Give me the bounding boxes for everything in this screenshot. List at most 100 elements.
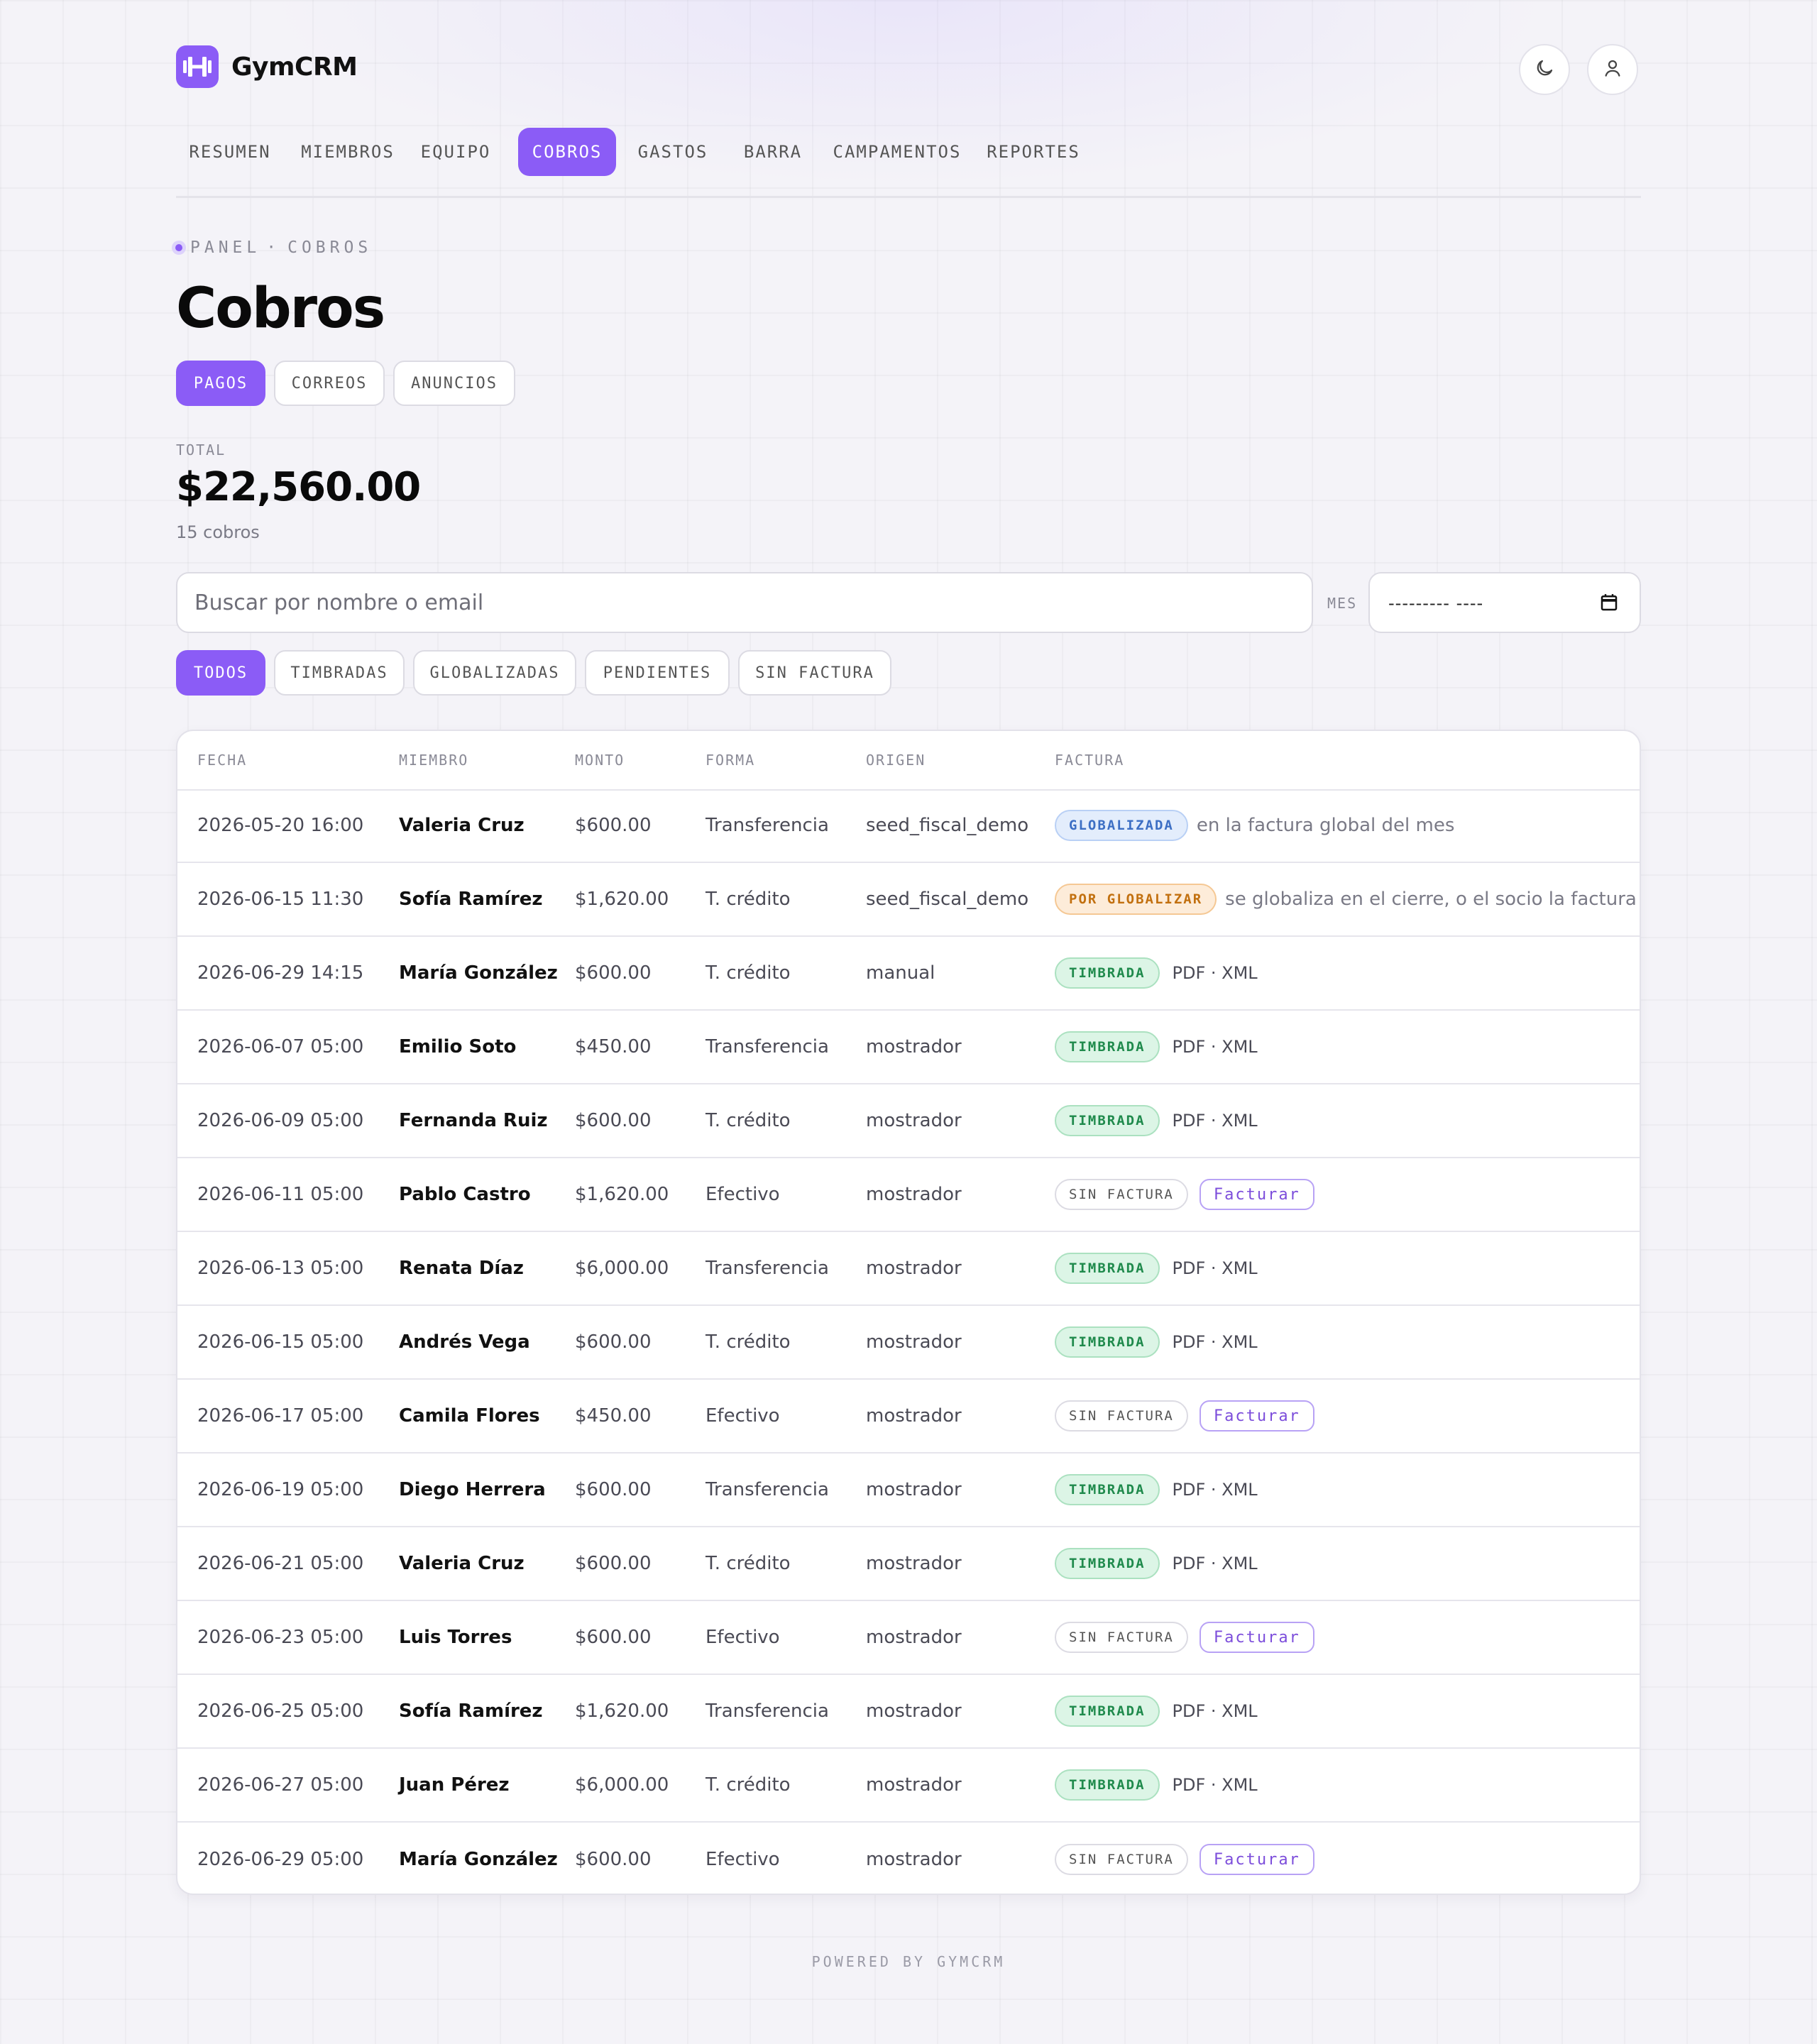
cell-forma: T. crédito	[706, 1774, 791, 1796]
facturar-button[interactable]: Facturar	[1199, 1622, 1314, 1653]
column-header-fecha[interactable]: FECHA	[197, 752, 247, 769]
breadcrumb-root[interactable]: PANEL	[190, 238, 260, 257]
cell-forma: T. crédito	[706, 962, 791, 984]
breadcrumb-dot-icon	[172, 241, 186, 255]
nav-resumen[interactable]: RESUMEN	[176, 128, 284, 176]
invoice-status-badge: SIN FACTURA	[1055, 1179, 1188, 1210]
facturar-button[interactable]: Facturar	[1199, 1844, 1314, 1875]
nav-campamentos[interactable]: CAMPAMENTOS	[822, 128, 972, 176]
table-row[interactable]: 2026-06-27 05:00 Juan Pérez $6,000.00 T. cr…	[177, 1749, 1640, 1823]
table-row[interactable]: 2026-06-29 14:15 María González $600.00 T. …	[177, 937, 1640, 1011]
filter-timbradas[interactable]: TIMBRADAS	[274, 650, 405, 696]
nav-barra[interactable]: BARRA	[732, 128, 813, 176]
invoice-downloads-link[interactable]: PDF · XML	[1173, 1554, 1258, 1573]
invoice-downloads-link[interactable]: PDF · XML	[1173, 1701, 1258, 1721]
invoice-downloads-link[interactable]: PDF · XML	[1173, 1775, 1258, 1795]
breadcrumb: PANEL · COBROS	[172, 238, 372, 257]
cell-fecha: 2026-06-13 05:00	[197, 1258, 364, 1279]
breadcrumb-current: COBROS	[287, 238, 373, 257]
filter-sin-factura[interactable]: SIN FACTURA	[738, 650, 891, 696]
facturar-button[interactable]: Facturar	[1199, 1179, 1314, 1210]
theme-toggle-button[interactable]	[1519, 44, 1570, 95]
cell-miembro[interactable]: Luis Torres	[399, 1601, 512, 1674]
subtab-correos[interactable]: CORREOS	[274, 361, 385, 406]
nav-equipo[interactable]: EQUIPO	[412, 128, 500, 176]
cell-monto: $450.00	[575, 1036, 652, 1057]
table-row[interactable]: 2026-06-15 11:30 Sofía Ramírez $1,620.00 T.…	[177, 863, 1640, 937]
facturar-button[interactable]: Facturar	[1199, 1400, 1314, 1432]
cell-miembro[interactable]: Pablo Castro	[399, 1158, 531, 1231]
month-picker[interactable]: --------- ----	[1368, 572, 1641, 633]
table-row[interactable]: 2026-06-09 05:00 Fernanda Ruiz $600.00 T. c…	[177, 1084, 1640, 1158]
column-header-miembro[interactable]: MIEMBRO	[399, 752, 468, 769]
subtab-pagos[interactable]: PAGOS	[176, 361, 265, 406]
cell-origen: mostrador	[866, 1627, 962, 1648]
cell-miembro[interactable]: Diego Herrera	[399, 1454, 546, 1526]
column-header-forma[interactable]: FORMA	[706, 752, 755, 769]
table-row[interactable]: 2026-06-15 05:00 Andrés Vega $600.00 T. cré…	[177, 1306, 1640, 1380]
table-row[interactable]: 2026-06-11 05:00 Pablo Castro $1,620.00 Efe…	[177, 1158, 1640, 1232]
table-row[interactable]: 2026-06-23 05:00 Luis Torres $600.00 Efecti…	[177, 1601, 1640, 1675]
invoice-downloads-link[interactable]: PDF · XML	[1173, 963, 1258, 983]
table-row[interactable]: 2026-06-25 05:00 Sofía Ramírez $1,620.00 Tr…	[177, 1675, 1640, 1749]
cell-origen: manual	[866, 962, 935, 984]
table-row[interactable]: 2026-05-20 16:00 Valeria Cruz $600.00 Trans…	[177, 789, 1640, 863]
nav-cobros[interactable]: COBROS	[518, 128, 616, 176]
cell-miembro[interactable]: María González	[399, 1823, 558, 1894]
cell-fecha: 2026-06-15 11:30	[197, 889, 364, 910]
invoice-status-badge: POR GLOBALIZAR	[1055, 884, 1217, 915]
cell-miembro[interactable]: Sofía Ramírez	[399, 1675, 543, 1747]
nav-gastos[interactable]: GASTOS	[627, 128, 718, 176]
invoice-status-note: en la factura global del mes	[1196, 815, 1455, 836]
cell-miembro[interactable]: María González	[399, 937, 558, 1009]
nav-miembros[interactable]: MIEMBROS	[295, 128, 400, 176]
cell-miembro[interactable]: Valeria Cruz	[399, 789, 525, 862]
cell-monto: $1,620.00	[575, 1184, 669, 1205]
search-input[interactable]	[176, 572, 1313, 633]
cell-miembro[interactable]: Juan Pérez	[399, 1749, 510, 1821]
table-row[interactable]: 2026-06-29 05:00 María González $600.00 Efe…	[177, 1823, 1640, 1894]
cell-factura: SIN FACTURA Facturar	[1055, 1823, 1314, 1894]
cell-monto: $600.00	[575, 815, 652, 836]
cell-fecha: 2026-05-20 16:00	[197, 815, 364, 836]
filter-todos[interactable]: TODOS	[176, 650, 265, 696]
column-header-origen[interactable]: ORIGEN	[866, 752, 926, 769]
user-menu-button[interactable]	[1587, 44, 1638, 95]
table-row[interactable]: 2026-06-13 05:00 Renata Díaz $6,000.00 Tran…	[177, 1232, 1640, 1306]
invoice-downloads-link[interactable]: PDF · XML	[1173, 1111, 1258, 1131]
column-header-monto[interactable]: MONTO	[575, 752, 625, 769]
cell-miembro[interactable]: Andrés Vega	[399, 1306, 530, 1378]
table-row[interactable]: 2026-06-17 05:00 Camila Flores $450.00 Efec…	[177, 1380, 1640, 1454]
invoice-downloads-link[interactable]: PDF · XML	[1173, 1332, 1258, 1352]
cell-monto: $600.00	[575, 1110, 652, 1131]
column-header-factura[interactable]: FACTURA	[1055, 752, 1124, 769]
calendar-icon[interactable]	[1598, 592, 1620, 616]
cell-forma: Efectivo	[706, 1405, 780, 1427]
nav-reportes[interactable]: REPORTES	[981, 128, 1086, 176]
cell-origen: mostrador	[866, 1036, 962, 1057]
table-row[interactable]: 2026-06-19 05:00 Diego Herrera $600.00 Tran…	[177, 1454, 1640, 1527]
cell-miembro[interactable]: Valeria Cruz	[399, 1527, 525, 1600]
cell-monto: $600.00	[575, 1849, 652, 1870]
invoice-downloads-link[interactable]: PDF · XML	[1173, 1258, 1258, 1278]
invoice-status-badge: SIN FACTURA	[1055, 1400, 1188, 1432]
cell-miembro[interactable]: Sofía Ramírez	[399, 863, 543, 935]
filter-globalizadas[interactable]: GLOBALIZADAS	[413, 650, 576, 696]
filter-pendientes[interactable]: PENDIENTES	[585, 650, 730, 696]
cell-forma: T. crédito	[706, 889, 791, 910]
invoice-downloads-link[interactable]: PDF · XML	[1173, 1480, 1258, 1500]
cell-origen: mostrador	[866, 1331, 962, 1353]
invoice-downloads-link[interactable]: PDF · XML	[1173, 1037, 1258, 1057]
cell-origen: seed_fiscal_demo	[866, 815, 1029, 836]
cell-origen: mostrador	[866, 1849, 962, 1870]
subtab-anuncios[interactable]: ANUNCIOS	[393, 361, 515, 406]
cell-miembro[interactable]: Camila Flores	[399, 1380, 540, 1452]
cell-miembro[interactable]: Fernanda Ruiz	[399, 1084, 548, 1157]
cell-fecha: 2026-06-29 14:15	[197, 962, 364, 984]
table-row[interactable]: 2026-06-21 05:00 Valeria Cruz $600.00 T. cr…	[177, 1527, 1640, 1601]
cell-miembro[interactable]: Emilio Soto	[399, 1011, 516, 1083]
cell-miembro[interactable]: Renata Díaz	[399, 1232, 524, 1304]
table-row[interactable]: 2026-06-07 05:00 Emilio Soto $450.00 Transf…	[177, 1011, 1640, 1084]
brand[interactable]: GymCRM	[176, 45, 358, 88]
cell-fecha: 2026-06-09 05:00	[197, 1110, 364, 1131]
